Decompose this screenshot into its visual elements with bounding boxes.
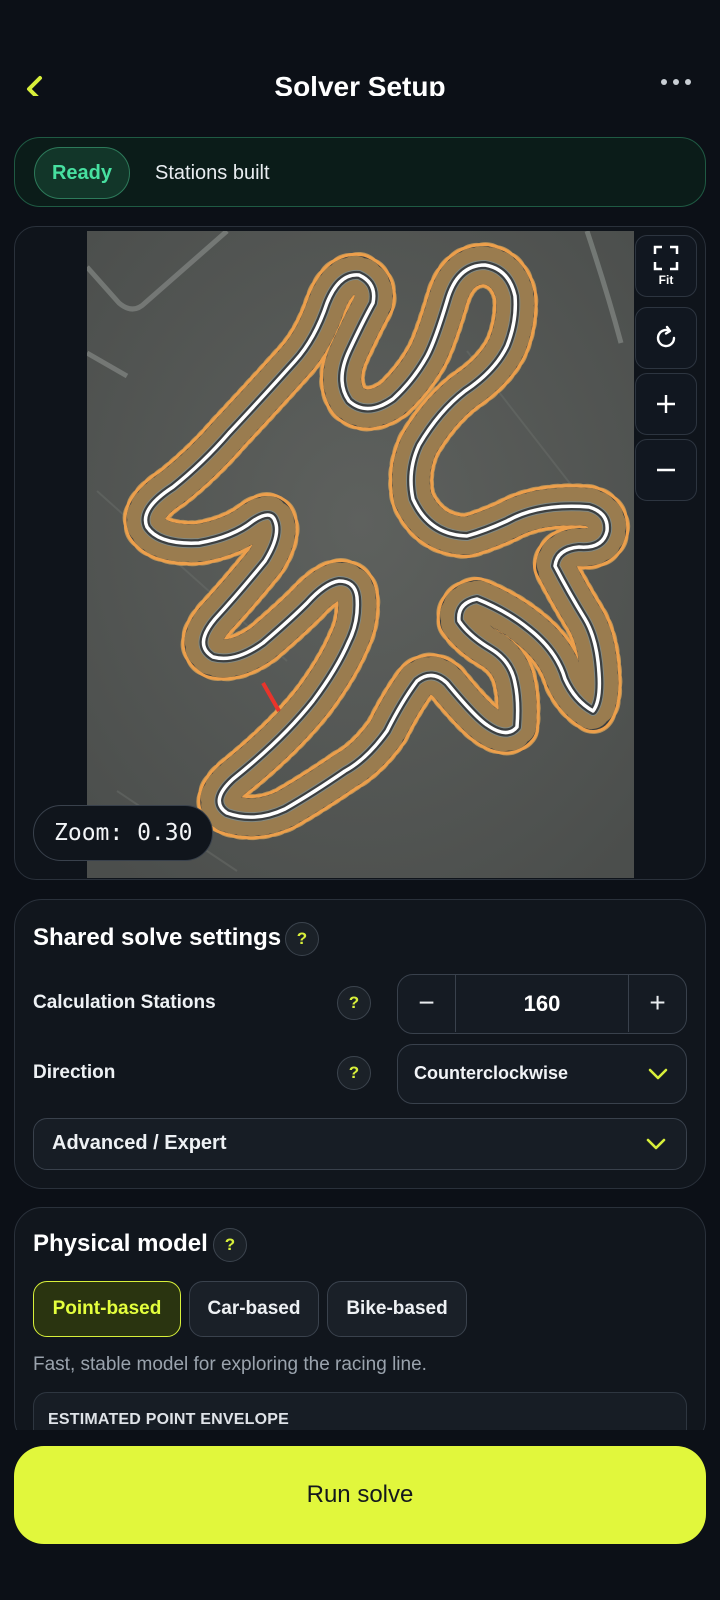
fullscreen-icon bbox=[653, 245, 679, 271]
envelope-title: ESTIMATED POINT ENVELOPE bbox=[48, 1411, 289, 1428]
page-title: Solver Setup bbox=[274, 71, 446, 96]
direction-value: Counterclockwise bbox=[414, 1063, 569, 1083]
model-option-bike[interactable]: Bike-based bbox=[327, 1281, 467, 1337]
model-description: Fast, stable model for exploring the rac… bbox=[33, 1354, 427, 1375]
minus-icon bbox=[657, 468, 675, 472]
physical-model-title: Physical model bbox=[33, 1230, 208, 1257]
shared-settings-title: Shared solve settings bbox=[33, 924, 282, 951]
run-solve-button[interactable]: Run solve bbox=[14, 1446, 706, 1544]
direction-label: Direction bbox=[33, 1062, 116, 1083]
stations-help-icon[interactable]: ? bbox=[337, 986, 371, 1020]
more-icon[interactable] bbox=[658, 78, 694, 92]
stations-label: Calculation Stations bbox=[33, 992, 216, 1013]
track-map-card: Fit Zoom: 0.30 bbox=[14, 226, 706, 880]
plus-icon bbox=[657, 395, 675, 413]
zoom-out-button[interactable] bbox=[635, 439, 697, 501]
rotate-icon bbox=[656, 325, 676, 348]
physical-model-card: Physical model ? Point-based Car-based B… bbox=[14, 1207, 706, 1462]
chevron-down-icon bbox=[648, 1068, 668, 1080]
direction-select[interactable]: Counterclockwise bbox=[397, 1044, 687, 1104]
zoom-in-button[interactable] bbox=[635, 373, 697, 435]
model-option-point[interactable]: Point-based bbox=[33, 1281, 181, 1337]
status-bar: Ready Stations built bbox=[14, 137, 706, 207]
reset-rotation-button[interactable] bbox=[635, 307, 697, 369]
status-badge: Ready bbox=[34, 147, 130, 199]
advanced-label: Advanced / Expert bbox=[52, 1132, 227, 1154]
stations-decrement-button[interactable]: − bbox=[398, 975, 456, 1032]
app-header: Solver Setup bbox=[0, 0, 720, 96]
stations-increment-button[interactable]: + bbox=[628, 975, 686, 1032]
stations-stepper: − 160 + bbox=[397, 974, 687, 1034]
direction-help-icon[interactable]: ? bbox=[337, 1056, 371, 1090]
stations-value[interactable]: 160 bbox=[456, 975, 628, 1032]
shared-settings-help-icon[interactable]: ? bbox=[285, 922, 319, 956]
model-option-car[interactable]: Car-based bbox=[189, 1281, 319, 1337]
advanced-expert-toggle[interactable]: Advanced / Expert bbox=[33, 1118, 687, 1170]
fit-label: Fit bbox=[658, 273, 674, 287]
shared-settings-card: Shared solve settings ? Calculation Stat… bbox=[14, 899, 706, 1189]
fit-button[interactable]: Fit bbox=[635, 235, 697, 297]
physical-model-help-icon[interactable]: ? bbox=[213, 1228, 247, 1262]
zoom-readout: Zoom: 0.30 bbox=[33, 805, 214, 861]
track-map[interactable] bbox=[87, 231, 634, 878]
status-message: Stations built bbox=[155, 162, 270, 184]
chevron-down-icon bbox=[646, 1138, 666, 1150]
